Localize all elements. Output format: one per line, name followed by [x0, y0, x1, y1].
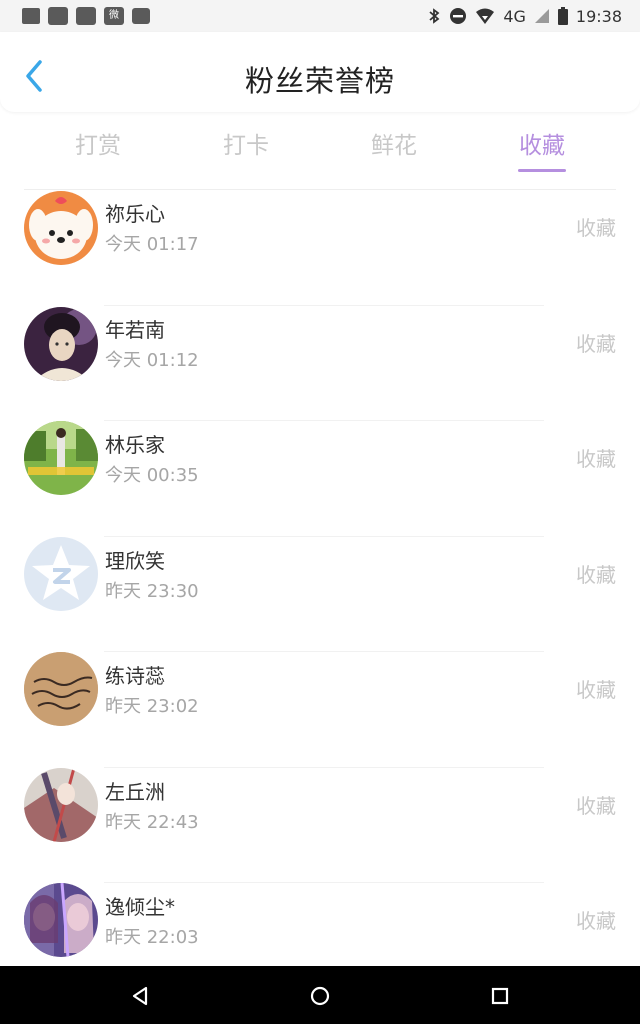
app-icon	[48, 7, 68, 25]
handwriting-avatar	[24, 652, 98, 726]
image-icon	[132, 8, 150, 24]
favorite-action[interactable]: 收藏	[576, 443, 616, 472]
favorite-action[interactable]: 收藏	[576, 212, 616, 241]
list-item[interactable]: 年若南 今天 01:12 收藏	[0, 306, 640, 421]
fan-name: 练诗蕊	[105, 664, 165, 688]
home-nav-icon	[310, 986, 330, 1006]
avatar[interactable]	[24, 767, 98, 842]
fan-time: 昨天 22:43	[105, 811, 199, 833]
fan-name: 林乐家	[105, 433, 165, 457]
portrait-woman-avatar	[24, 306, 98, 381]
tab-checkin[interactable]: 打卡	[172, 118, 320, 188]
status-left-icons: 微	[22, 6, 150, 26]
network-type: 4G	[503, 6, 526, 26]
recents-nav-icon	[491, 987, 509, 1005]
avatar[interactable]	[24, 652, 98, 726]
avatar[interactable]	[24, 191, 98, 265]
tab-favorites[interactable]: 收藏	[468, 118, 616, 188]
tab-bar: 打赏 打卡 鲜花 收藏	[24, 118, 616, 188]
nav-home-button[interactable]	[306, 982, 334, 1010]
list-item[interactable]: 林乐家 今天 00:35 收藏	[0, 421, 640, 537]
fan-name: 逸倾尘*	[105, 895, 175, 919]
list-item[interactable]: 练诗蕊 昨天 23:02 收藏	[0, 652, 640, 768]
favorite-action[interactable]: 收藏	[576, 328, 616, 357]
qq-default-avatar	[24, 536, 98, 611]
favorite-action[interactable]: 收藏	[576, 790, 616, 819]
header: 粉丝荣誉榜	[0, 32, 640, 112]
anime-art-avatar	[24, 767, 98, 842]
list-item[interactable]: 左丘洲 昨天 22:43 收藏	[0, 767, 640, 883]
nav-back-button[interactable]	[126, 982, 154, 1010]
avatar[interactable]	[24, 421, 98, 495]
tab-flowers[interactable]: 鲜花	[320, 118, 468, 188]
back-nav-icon	[132, 986, 148, 1006]
fan-name: 左丘洲	[105, 779, 165, 804]
list-item[interactable]: 祢乐心 今天 01:17 收藏	[0, 190, 640, 306]
outdoor-photo-avatar	[24, 421, 98, 495]
cartoon-dog-avatar	[24, 191, 98, 265]
status-bar: 微 4G 19:38	[0, 0, 640, 32]
fan-time: 昨天 22:03	[105, 927, 199, 948]
tab-tip[interactable]: 打赏	[24, 118, 172, 188]
fan-time: 今天 01:12	[105, 349, 199, 371]
fan-name: 年若南	[105, 317, 165, 342]
fan-name: 祢乐心	[105, 202, 165, 226]
favorite-action[interactable]: 收藏	[576, 905, 616, 934]
fan-list: 祢乐心 今天 01:17 收藏 年若南 今天 01:12 收藏 林乐家 今天 0…	[0, 190, 640, 999]
battery-icon	[557, 7, 568, 25]
fan-time: 昨天 23:02	[105, 696, 199, 717]
avatar[interactable]	[24, 883, 98, 957]
avatar[interactable]	[24, 306, 98, 381]
list-item[interactable]: 理欣笑 昨天 23:30 收藏	[0, 536, 640, 652]
avatar[interactable]	[24, 536, 98, 611]
page-title: 粉丝荣誉榜	[244, 64, 395, 98]
nav-recents-button[interactable]	[486, 982, 514, 1010]
app-icon	[76, 7, 96, 25]
fan-time: 昨天 23:30	[105, 580, 199, 602]
favorite-action[interactable]: 收藏	[576, 674, 616, 703]
fan-name: 理欣笑	[105, 548, 165, 573]
fan-time: 今天 00:35	[105, 465, 199, 486]
message-icon	[22, 8, 40, 24]
status-right-icons: 4G 19:38	[427, 5, 622, 27]
favorite-action[interactable]: 收藏	[576, 559, 616, 588]
system-nav-bar	[0, 966, 640, 1024]
do-not-disturb-icon	[450, 8, 467, 24]
anime-girl-avatar	[24, 883, 98, 957]
wifi-icon	[476, 8, 495, 24]
fan-time: 今天 01:17	[105, 234, 199, 255]
clock: 19:38	[575, 6, 622, 26]
signal-icon	[534, 9, 549, 23]
bluetooth-icon	[429, 8, 440, 24]
weibo-icon: 微	[104, 7, 124, 25]
